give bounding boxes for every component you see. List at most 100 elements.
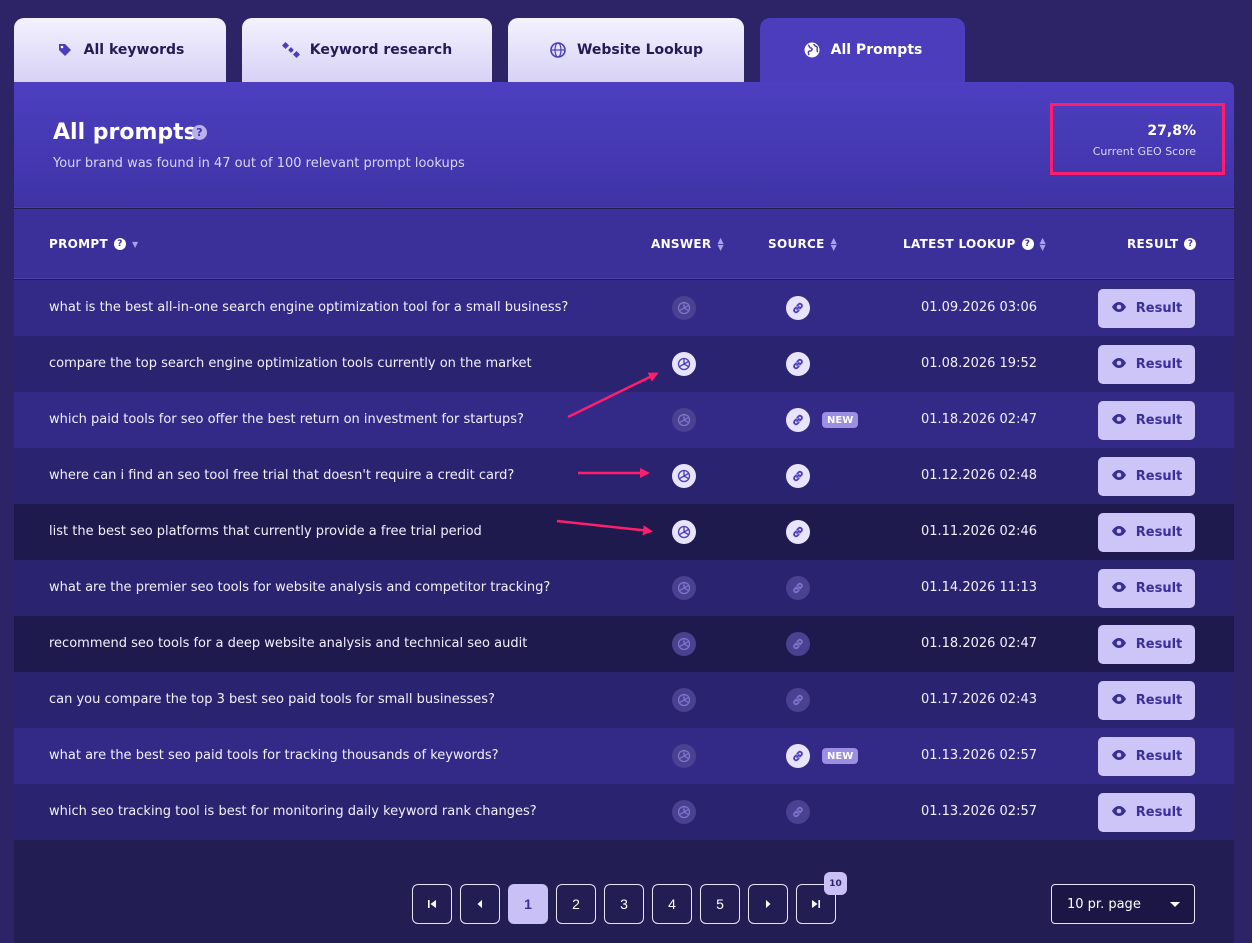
prompt-table-body: what is the best all-in-one search engin… [14,280,1234,840]
answer-not-found-icon[interactable] [672,800,696,824]
geo-score-value: 27,8% [1147,123,1196,139]
tab-all-prompts[interactable]: All Prompts [760,18,965,82]
source-link-disabled-icon[interactable] [786,688,810,712]
latest-lookup-date: 01.08.2026 19:52 [920,356,1037,371]
column-header-latest-lookup[interactable]: LATEST LOOKUP ? ▲ ▼ [903,236,1046,252]
sort-icon: ▲ ▼ [717,236,724,252]
result-label: Result [1135,581,1183,596]
source-link-icon[interactable] [786,464,810,488]
tab-label: All keywords [83,42,185,58]
help-icon[interactable]: ? [113,238,126,250]
geo-score-box: 27,8% Current GEO Score [1050,103,1225,175]
answer-not-found-icon[interactable] [672,408,696,432]
table-row: where can i find an seo tool free trial … [14,448,1234,504]
prompt-text: what are the best seo paid tools for tra… [49,748,499,763]
prompt-text: can you compare the top 3 best seo paid … [49,692,495,707]
page-button-4[interactable]: 4 [652,884,692,924]
column-label: PROMPT [49,237,108,251]
page-button-5[interactable]: 5 [700,884,740,924]
panel-header: All prompts ? Your brand was found in 47… [14,82,1234,208]
prompt-text: list the best seo platforms that current… [49,524,482,539]
page-button-1[interactable]: 1 [508,884,548,924]
prompt-text: what are the premier seo tools for websi… [49,580,551,595]
result-label: Result [1135,693,1183,708]
first-page-button[interactable] [412,884,452,924]
per-page-select[interactable]: 10 pr. page [1051,884,1195,924]
first-page-icon [428,900,436,908]
tab-all-keywords[interactable]: All keywords [14,18,226,82]
table-row: which seo tracking tool is best for moni… [14,784,1234,840]
next-page-button[interactable] [748,884,788,924]
eye-icon [1111,357,1127,373]
tab-bar: All keywords Keyword research Website Lo… [14,18,1014,82]
total-pages-badge: 10 [824,872,847,895]
result-button[interactable]: Result [1098,345,1195,384]
answer-not-found-icon[interactable] [672,688,696,712]
column-label: RESULT [1127,237,1179,251]
answer-found-icon[interactable] [672,520,696,544]
satellite-icon [281,41,300,59]
result-label: Result [1135,469,1183,484]
table-row: recommend seo tools for a deep website a… [14,616,1234,672]
result-label: Result [1135,413,1183,428]
result-button[interactable]: Result [1098,289,1195,328]
answer-not-found-icon[interactable] [672,744,696,768]
answer-not-found-icon[interactable] [672,576,696,600]
result-label: Result [1135,525,1183,540]
latest-lookup-date: 01.13.2026 02:57 [920,804,1037,819]
latest-lookup-date: 01.13.2026 02:57 [920,748,1037,763]
result-button[interactable]: Result [1098,737,1195,776]
column-header-source[interactable]: SOURCE ▲ ▼ [768,237,837,252]
geo-score-label: Current GEO Score [1092,145,1196,158]
result-button[interactable]: Result [1098,513,1195,552]
source-link-icon[interactable] [786,296,810,320]
column-header-answer[interactable]: ANSWER ▲ ▼ [651,236,724,252]
result-button[interactable]: Result [1098,681,1195,720]
eye-icon [1111,469,1127,485]
prev-page-button[interactable] [460,884,500,924]
page-button-2[interactable]: 2 [556,884,596,924]
source-link-icon[interactable] [786,352,810,376]
answer-not-found-icon[interactable] [672,296,696,320]
tab-website-lookup[interactable]: Website Lookup [508,18,744,82]
table-row: compare the top search engine optimizati… [14,336,1234,392]
source-link-disabled-icon[interactable] [786,800,810,824]
table-row: list the best seo platforms that current… [14,504,1234,560]
result-button[interactable]: Result [1098,401,1195,440]
new-badge: NEW [822,412,859,428]
column-header-result: RESULT ? [1127,237,1197,251]
answer-not-found-icon[interactable] [672,632,696,656]
source-link-icon[interactable] [786,408,810,432]
page-button-3[interactable]: 3 [604,884,644,924]
latest-lookup-date: 01.12.2026 02:48 [920,468,1037,483]
result-button[interactable]: Result [1098,457,1195,496]
column-header-prompt[interactable]: PROMPT ? ▼ [49,237,138,251]
per-page-value: 10 pr. page [1067,896,1141,912]
latest-lookup-date: 01.18.2026 02:47 [920,412,1037,427]
tab-label: Website Lookup [576,42,704,58]
source-link-icon[interactable] [786,744,810,768]
result-button[interactable]: Result [1098,793,1195,832]
help-icon[interactable]: ? [1021,238,1034,250]
source-link-icon[interactable] [786,520,810,544]
tab-label: All Prompts [830,42,923,58]
chevron-down-icon [1170,901,1180,907]
help-icon[interactable]: ? [192,125,207,140]
result-button[interactable]: Result [1098,625,1195,664]
source-link-disabled-icon[interactable] [786,576,810,600]
result-label: Result [1135,637,1183,652]
result-button[interactable]: Result [1098,569,1195,608]
sort-icon: ▲ ▼ [1039,236,1046,252]
tab-label: Keyword research [309,42,453,58]
column-label: LATEST LOOKUP [903,237,1016,251]
prompt-text: compare the top search engine optimizati… [49,356,532,371]
prompt-text: where can i find an seo tool free trial … [49,468,515,483]
answer-found-icon[interactable] [672,352,696,376]
help-icon[interactable]: ? [1184,238,1197,250]
answer-found-icon[interactable] [672,464,696,488]
eye-icon [1111,525,1127,541]
tab-keyword-research[interactable]: Keyword research [242,18,492,82]
eye-icon [1111,637,1127,653]
page-title: All prompts [53,120,197,145]
source-link-disabled-icon[interactable] [786,632,810,656]
